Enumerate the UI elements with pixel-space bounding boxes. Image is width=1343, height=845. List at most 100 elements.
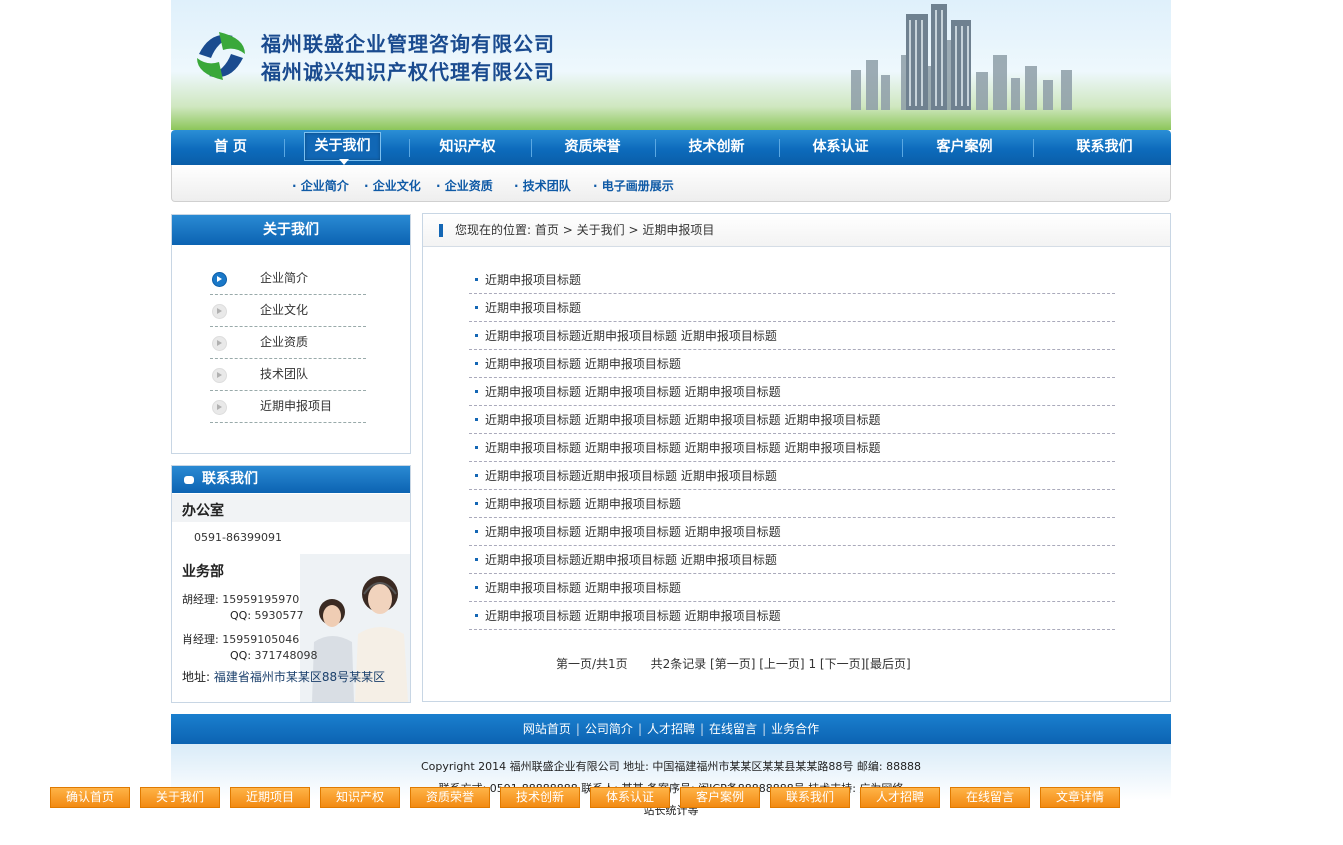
sidebar-item-projects[interactable]: 近期申报项目 [210, 391, 366, 423]
float-button-article[interactable]: 文章详情 [1040, 787, 1120, 808]
article-row[interactable]: 近期申报项目标题近期申报项目标题 近期申报项目标题 [469, 322, 1115, 350]
nav-divider [655, 139, 656, 157]
footer-link-jobs[interactable]: 人才招聘 [647, 722, 695, 736]
qq-label: QQ: [230, 609, 252, 622]
nav-divider [1033, 139, 1034, 157]
nav-item-honors[interactable]: 资质荣誉 [554, 130, 631, 165]
float-button-home[interactable]: 确认首页 [50, 787, 130, 808]
sub-nav: · 企业简介 · 企业文化 · 企业资质 · 技术团队 · 电子画册展示 [171, 165, 1171, 202]
manager-xiao-label: 肖经理: [182, 633, 219, 646]
float-button-contact[interactable]: 联系我们 [770, 787, 850, 808]
float-button-message[interactable]: 在线留言 [950, 787, 1030, 808]
company-name-line2: 福州诚兴知识产权代理有限公司 [261, 60, 555, 84]
article-row[interactable]: 近期申报项目标题 近期申报项目标题 近期申报项目标题 [469, 518, 1115, 546]
subnav-item-team[interactable]: · 技术团队 [514, 165, 571, 207]
sidebar-item-label: 企业简介 [260, 271, 309, 285]
nav-item-home[interactable]: 首 页 [193, 130, 268, 165]
manager-hu-qq-line: QQ: 5930577 [230, 609, 304, 622]
nav-item-contact[interactable]: 联系我们 [1066, 130, 1143, 165]
float-button-honors[interactable]: 资质荣誉 [410, 787, 490, 808]
nav-item-innovation[interactable]: 技术创新 [678, 130, 755, 165]
footer-nav: 网站首页 | 公司简介 | 人才招聘 | 在线留言 | 业务合作 [171, 714, 1171, 744]
page-info: 第一页/共1页 [556, 657, 628, 671]
article-row[interactable]: 近期申报项目标题 [469, 294, 1115, 322]
breadcrumb-prefix: 您现在的位置: [455, 223, 532, 237]
float-button-cases[interactable]: 客户案例 [680, 787, 760, 808]
sidebar-item-label: 近期申报项目 [260, 399, 333, 413]
subnav-item-intro[interactable]: · 企业简介 [292, 165, 349, 207]
office-label: 办公室 [182, 503, 224, 519]
nav-divider [902, 139, 903, 157]
address-line: 地址: 福建省福州市某某区88号某某区 [182, 668, 385, 685]
float-button-projects[interactable]: 近期项目 [230, 787, 310, 808]
breadcrumb-marker [439, 224, 443, 237]
first-page-link[interactable]: [第一页] [710, 657, 755, 671]
article-row[interactable]: 近期申报项目标题 近期申报项目标题 近期申报项目标题 近期申报项目标题 [469, 434, 1115, 462]
address-value: 福建省福州市某某区88号某某区 [213, 670, 386, 684]
nav-divider [409, 139, 410, 157]
footer-info: Copyright 2014 福州联盛企业有限公司 地址: 中国福建福州市某某区… [171, 744, 1171, 824]
article-row[interactable]: 近期申报项目标题 近期申报项目标题 近期申报项目标题 近期申报项目标题 [469, 406, 1115, 434]
company-logo-icon [197, 32, 245, 80]
manager-hu-line: 胡经理: 15959195970 [182, 591, 299, 607]
sidebar-item-intro[interactable]: 企业简介 [210, 263, 366, 295]
sidebar-item-label: 企业文化 [260, 303, 309, 317]
sidebar-item-culture[interactable]: 企业文化 [210, 295, 366, 327]
footer-divider: | [637, 722, 642, 736]
subnav-item-brochure[interactable]: · 电子画册展示 [593, 165, 674, 207]
arrow-circle-icon [212, 304, 227, 319]
float-button-ip[interactable]: 知识产权 [320, 787, 400, 808]
article-row[interactable]: 近期申报项目标题 近期申报项目标题 [469, 490, 1115, 518]
nav-item-certification[interactable]: 体系认证 [802, 130, 879, 165]
manager-xiao-qq: 371748098 [254, 649, 318, 662]
subnav-item-qualification[interactable]: · 企业资质 [436, 165, 493, 207]
contact-panel-title: 联系我们 [172, 466, 410, 493]
sidebar-about: 关于我们 企业简介 企业文化 企业资质 技术团队 近期申报项目 [171, 214, 411, 454]
current-page: 1 [808, 657, 817, 671]
nav-item-ip[interactable]: 知识产权 [429, 130, 506, 165]
record-count: 共2条记录 [650, 657, 707, 671]
office-phone: 0591-86399091 [194, 531, 282, 544]
float-button-innovation[interactable]: 技术创新 [500, 787, 580, 808]
float-button-certification[interactable]: 体系认证 [590, 787, 670, 808]
nav-divider [531, 139, 532, 157]
footer-link-message[interactable]: 在线留言 [709, 722, 757, 736]
prev-page-link[interactable]: [上一页] [759, 657, 804, 671]
article-row[interactable]: 近期申报项目标题 近期申报项目标题 [469, 350, 1115, 378]
breadcrumb: 您现在的位置: 首页 > 关于我们 > 近期申报项目 [423, 214, 1170, 247]
contact-title-label: 联系我们 [202, 471, 258, 487]
nav-item-cases[interactable]: 客户案例 [926, 130, 1003, 165]
manager-hu-qq: 5930577 [254, 609, 304, 622]
float-button-about[interactable]: 关于我们 [140, 787, 220, 808]
footer-link-home[interactable]: 网站首页 [523, 722, 571, 736]
sidebar-item-qualification[interactable]: 企业资质 [210, 327, 366, 359]
last-page-link[interactable]: [最后页] [865, 657, 910, 671]
nav-divider [284, 139, 285, 157]
article-row[interactable]: 近期申报项目标题 近期申报项目标题 近期申报项目标题 [469, 602, 1115, 630]
breadcrumb-section-link[interactable]: 关于我们 [577, 223, 625, 237]
article-row[interactable]: 近期申报项目标题近期申报项目标题 近期申报项目标题 [469, 462, 1115, 490]
main-nav: 首 页 关于我们 知识产权 资质荣誉 技术创新 体系认证 客户案例 联系我们 [171, 130, 1171, 165]
sidebar-item-label: 技术团队 [260, 367, 309, 381]
footer-link-about[interactable]: 公司简介 [585, 722, 633, 736]
breadcrumb-home-link[interactable]: 首页 [535, 223, 559, 237]
contact-panel: 联系我们 办公室 0591-86399091 业务部 胡经理: 15959195… [171, 465, 411, 703]
article-row[interactable]: 近期申报项目标题近期申报项目标题 近期申报项目标题 [469, 546, 1115, 574]
company-name: 福州联盛企业管理咨询有限公司 福州诚兴知识产权代理有限公司 [261, 30, 555, 86]
sidebar-item-team[interactable]: 技术团队 [210, 359, 366, 391]
article-row[interactable]: 近期申报项目标题 近期申报项目标题 [469, 574, 1115, 602]
next-page-link[interactable]: [下一页] [820, 657, 865, 671]
nav-item-about[interactable]: 关于我们 [304, 132, 381, 161]
footer-copyright: Copyright 2014 福州联盛企业有限公司 地址: 中国福建福州市某某区… [420, 760, 922, 773]
subnav-item-culture[interactable]: · 企业文化 [364, 165, 421, 207]
address-label: 地址: [182, 670, 211, 684]
sidebar-title: 关于我们 [172, 215, 410, 245]
footer-link-cooperation[interactable]: 业务合作 [771, 722, 819, 736]
float-button-jobs[interactable]: 人才招聘 [860, 787, 940, 808]
article-row[interactable]: 近期申报项目标题 近期申报项目标题 近期申报项目标题 [469, 378, 1115, 406]
chat-bubble-icon [184, 476, 194, 484]
breadcrumb-current: 近期申报项目 [642, 223, 715, 237]
company-name-line1: 福州联盛企业管理咨询有限公司 [261, 32, 555, 56]
article-row[interactable]: 近期申报项目标题 [469, 266, 1115, 294]
pagination: 第一页/共1页 共2条记录 [第一页] [上一页] 1 [下一页][最后页] [556, 655, 911, 672]
